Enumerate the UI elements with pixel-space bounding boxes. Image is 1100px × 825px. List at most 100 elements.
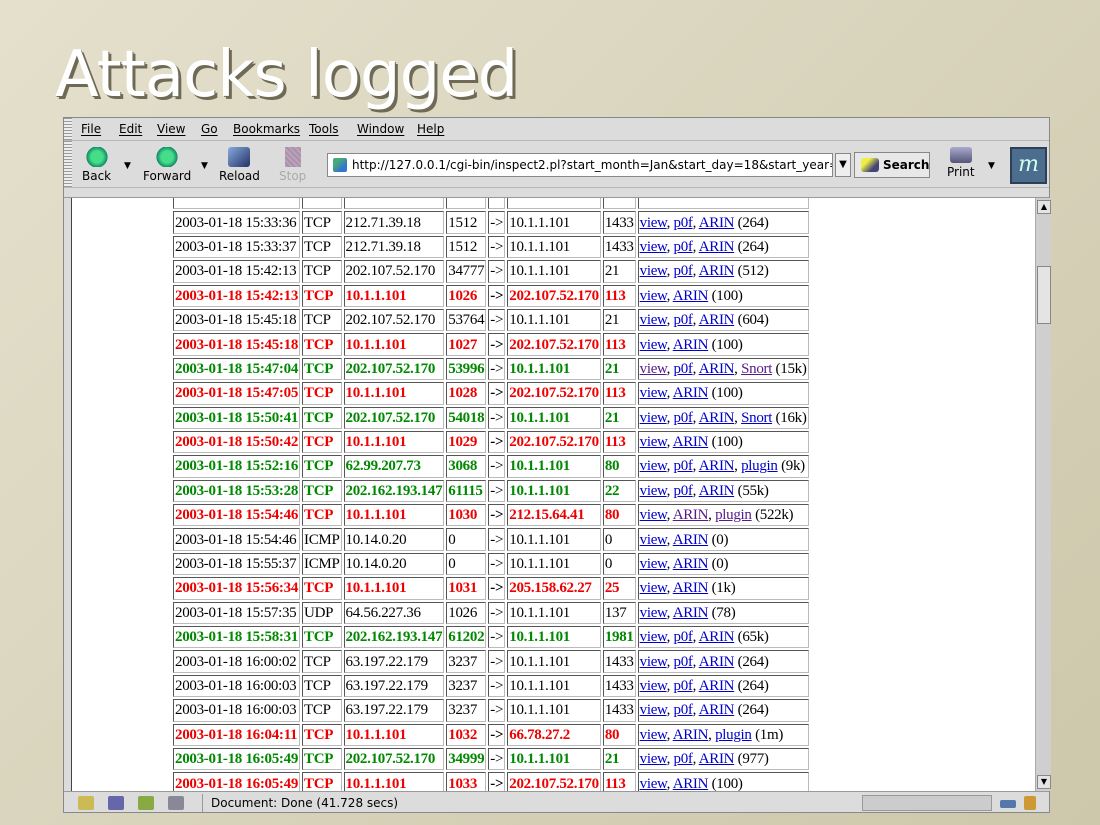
menu-view[interactable]: View: [157, 122, 185, 136]
personal-toolbar-collapsed[interactable]: [64, 188, 1049, 198]
forward-button[interactable]: Forward: [143, 147, 191, 183]
arin-link[interactable]: ARIN: [673, 337, 709, 353]
p0f-link[interactable]: p0f: [674, 239, 693, 255]
arin-link[interactable]: ARIN: [699, 215, 735, 231]
view-link[interactable]: view: [640, 678, 667, 694]
back-button[interactable]: Back: [82, 147, 111, 183]
arin-link[interactable]: ARIN: [699, 312, 735, 328]
arin-link[interactable]: ARIN: [673, 532, 709, 548]
view-link[interactable]: view: [640, 288, 667, 304]
plugin-link[interactable]: plugin: [715, 727, 752, 743]
scroll-down-icon[interactable]: ▼: [1037, 775, 1051, 789]
arin-link[interactable]: ARIN: [673, 605, 709, 621]
view-link[interactable]: view: [640, 605, 667, 621]
view-link[interactable]: view: [640, 727, 667, 743]
arin-link[interactable]: ARIN: [673, 507, 709, 523]
stop-icon: [284, 147, 301, 167]
p0f-link[interactable]: p0f: [674, 678, 693, 694]
arin-link[interactable]: ARIN: [699, 458, 735, 474]
scroll-thumb[interactable]: [1037, 266, 1051, 324]
arin-link[interactable]: ARIN: [699, 629, 735, 645]
menu-go[interactable]: Go: [201, 122, 218, 136]
view-link[interactable]: view: [640, 385, 667, 401]
arin-link[interactable]: ARIN: [699, 751, 735, 767]
print-button[interactable]: Print: [947, 147, 975, 179]
arin-link[interactable]: ARIN: [673, 556, 709, 572]
plugin-link[interactable]: plugin: [741, 458, 778, 474]
view-link[interactable]: view: [640, 580, 667, 596]
view-link[interactable]: view: [640, 629, 667, 645]
view-link[interactable]: view: [640, 263, 667, 279]
menu-file[interactable]: File: [81, 122, 101, 136]
p0f-link[interactable]: p0f: [674, 654, 693, 670]
p0f-link[interactable]: p0f: [674, 629, 693, 645]
arin-link[interactable]: ARIN: [699, 702, 735, 718]
snort-link[interactable]: Snort: [741, 410, 772, 426]
p0f-link[interactable]: p0f: [674, 483, 693, 499]
p0f-link[interactable]: p0f: [674, 410, 693, 426]
arin-link[interactable]: ARIN: [699, 410, 735, 426]
arin-link[interactable]: ARIN: [699, 263, 735, 279]
arin-link[interactable]: ARIN: [699, 239, 735, 255]
arin-link[interactable]: ARIN: [699, 483, 735, 499]
arin-link[interactable]: ARIN: [673, 776, 709, 791]
view-link[interactable]: view: [640, 239, 667, 255]
composer-icon[interactable]: [138, 796, 154, 810]
vertical-scrollbar[interactable]: ▲ ▼: [1035, 198, 1051, 791]
arin-link[interactable]: ARIN: [673, 288, 709, 304]
mozilla-logo[interactable]: m: [1010, 147, 1047, 184]
online-icon[interactable]: [1000, 800, 1016, 808]
menu-edit[interactable]: Edit: [119, 122, 142, 136]
view-link[interactable]: view: [640, 434, 667, 450]
stop-button[interactable]: Stop: [279, 147, 306, 183]
back-dropdown-icon[interactable]: ▼: [124, 161, 131, 171]
search-button[interactable]: Search: [854, 152, 930, 178]
view-link[interactable]: view: [640, 312, 667, 328]
menu-tools[interactable]: Tools: [309, 122, 339, 136]
menu-window[interactable]: Window: [357, 122, 404, 136]
view-link[interactable]: view: [640, 776, 667, 791]
url-history-dropdown[interactable]: ▼: [835, 153, 851, 177]
reload-button[interactable]: Reload: [219, 147, 260, 183]
arin-link[interactable]: ARIN: [673, 385, 709, 401]
p0f-link[interactable]: p0f: [674, 751, 693, 767]
mail-icon[interactable]: [108, 796, 124, 810]
view-link[interactable]: view: [640, 702, 667, 718]
view-link[interactable]: view: [640, 410, 667, 426]
arin-link[interactable]: ARIN: [673, 727, 709, 743]
view-link[interactable]: view: [640, 507, 667, 523]
security-lock-icon[interactable]: [1024, 796, 1036, 810]
view-link[interactable]: view: [640, 337, 667, 353]
navigator-icon[interactable]: [78, 796, 94, 810]
arin-link[interactable]: ARIN: [699, 654, 735, 670]
view-link[interactable]: view: [640, 215, 667, 231]
p0f-link[interactable]: p0f: [674, 215, 693, 231]
view-link[interactable]: view: [640, 361, 667, 377]
print-dropdown-icon[interactable]: ▼: [988, 161, 995, 171]
p0f-link[interactable]: p0f: [674, 458, 693, 474]
view-link[interactable]: view: [640, 654, 667, 670]
scroll-up-icon[interactable]: ▲: [1037, 200, 1051, 214]
p0f-link[interactable]: p0f: [674, 312, 693, 328]
view-link[interactable]: view: [640, 483, 667, 499]
arin-link[interactable]: ARIN: [673, 434, 709, 450]
menu-bookmarks[interactable]: Bookmarks: [233, 122, 300, 136]
snort-link[interactable]: Snort: [741, 361, 772, 377]
p0f-link[interactable]: p0f: [674, 702, 693, 718]
view-link[interactable]: view: [640, 556, 667, 572]
forward-dropdown-icon[interactable]: ▼: [201, 161, 208, 171]
p0f-link[interactable]: p0f: [674, 263, 693, 279]
p0f-link[interactable]: p0f: [674, 361, 693, 377]
arin-link[interactable]: ARIN: [673, 580, 709, 596]
menu-help[interactable]: Help: [417, 122, 444, 136]
view-link[interactable]: view: [640, 532, 667, 548]
view-link[interactable]: view: [640, 751, 667, 767]
menu-grip[interactable]: [64, 118, 72, 140]
url-input[interactable]: http://127.0.0.1/cgi-bin/inspect2.pl?sta…: [327, 153, 833, 177]
toolbar-grip[interactable]: [64, 141, 72, 187]
arin-link[interactable]: ARIN: [699, 678, 735, 694]
plugin-link[interactable]: plugin: [715, 507, 752, 523]
view-link[interactable]: view: [640, 458, 667, 474]
address-book-icon[interactable]: [168, 796, 184, 810]
arin-link[interactable]: ARIN: [699, 361, 735, 377]
